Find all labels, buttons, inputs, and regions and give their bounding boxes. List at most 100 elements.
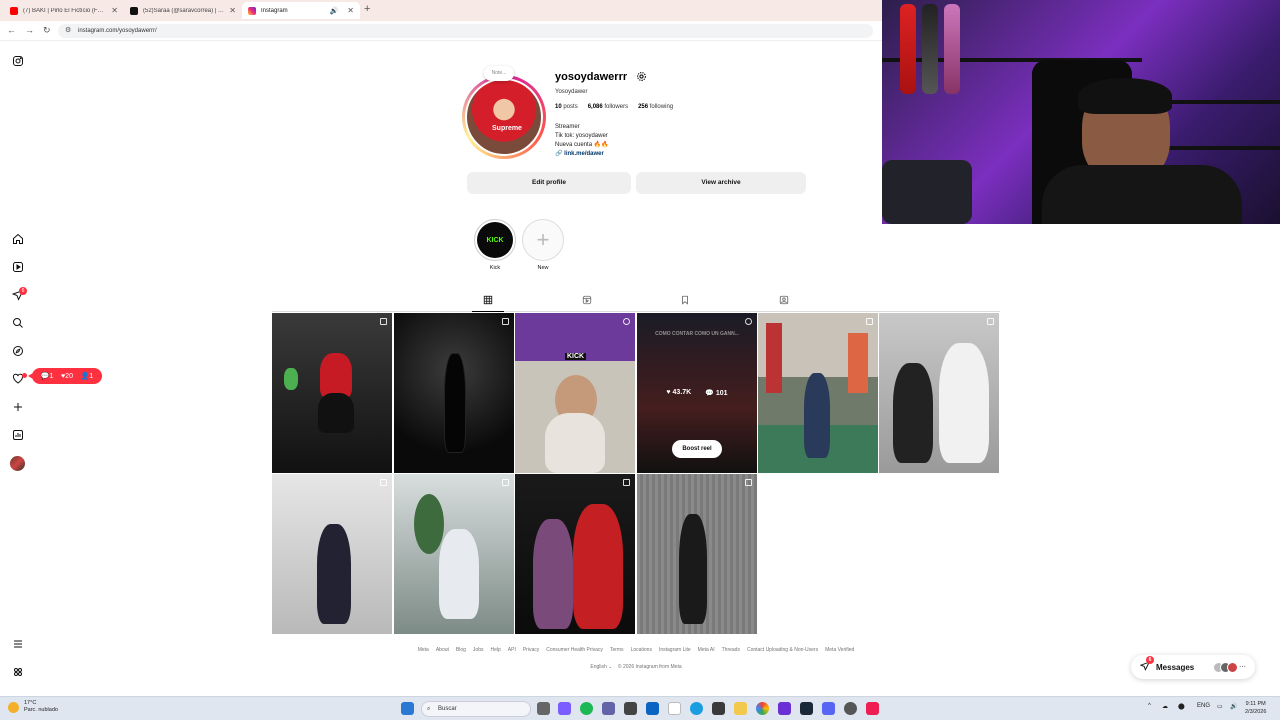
tiktok-icon[interactable]: [866, 702, 879, 715]
tray-icon[interactable]: ⬤: [1178, 703, 1185, 710]
profile-avatar-nav[interactable]: [10, 456, 25, 471]
spotify-icon[interactable]: [580, 702, 593, 715]
start-icon[interactable]: [401, 702, 414, 715]
edit-profile-button[interactable]: Edit profile: [467, 172, 631, 194]
speaker-icon[interactable]: 🔊: [330, 7, 339, 15]
reload-icon[interactable]: ↻: [43, 25, 51, 36]
edge-icon[interactable]: [690, 702, 703, 715]
home-icon[interactable]: [11, 232, 25, 246]
footer-link[interactable]: Meta: [418, 647, 429, 653]
tab-saved[interactable]: [679, 294, 691, 306]
obs-icon[interactable]: [778, 702, 791, 715]
address-bar[interactable]: ⚙ instagram.com/yosoydawerrr/: [58, 24, 873, 38]
instagram-logo-icon[interactable]: [11, 54, 25, 68]
tab-reels[interactable]: [581, 294, 593, 306]
post-thumbnail[interactable]: [515, 474, 635, 634]
post-thumbnail[interactable]: [394, 474, 514, 634]
boost-reel-button[interactable]: Boost reel: [672, 440, 722, 458]
new-tab-button[interactable]: +: [364, 3, 370, 15]
footer-link[interactable]: Locations: [631, 647, 652, 653]
following-stat[interactable]: 256 following: [638, 104, 673, 110]
carousel-icon: [866, 318, 873, 325]
tab-tagged[interactable]: [778, 294, 790, 306]
post-thumbnail[interactable]: [758, 313, 878, 473]
note-bubble[interactable]: Note...: [484, 66, 514, 81]
weather-widget[interactable]: 17°C Parc. nublado: [8, 700, 58, 714]
create-icon[interactable]: [11, 400, 25, 414]
post-thumbnail[interactable]: KICK: [515, 313, 635, 473]
browser-tab-tiktok[interactable]: (52)Saraa (@saravcorrea) | TikTok ✕: [124, 2, 242, 19]
forward-icon[interactable]: →: [25, 25, 34, 35]
bio-link[interactable]: 🔗 link.me/dawer: [555, 150, 609, 159]
post-thumbnail[interactable]: [272, 313, 392, 473]
steam-icon[interactable]: [800, 702, 813, 715]
footer-link[interactable]: Consumer Health Privacy: [546, 647, 603, 653]
discord-icon[interactable]: [822, 702, 835, 715]
post-thumbnail[interactable]: [637, 474, 757, 634]
profile-avatar[interactable]: Supreme: [462, 75, 546, 159]
footer-link[interactable]: Meta AI: [698, 647, 715, 653]
view-archive-button[interactable]: View archive: [636, 172, 806, 194]
search-icon[interactable]: [11, 316, 25, 330]
post-thumbnail-hovered[interactable]: COMO CONTAR COMO UN GANN... ♥ 43.7K 💬 10…: [637, 313, 757, 473]
app-icon[interactable]: [558, 702, 571, 715]
post-figure: [317, 524, 351, 624]
reels-icon[interactable]: [11, 260, 25, 274]
comments-count: 💬 101: [705, 390, 728, 397]
footer-link[interactable]: Meta Verified: [825, 647, 854, 653]
app-icon[interactable]: [712, 702, 725, 715]
tray-icon[interactable]: ☁: [1162, 703, 1168, 710]
file-icon[interactable]: [668, 702, 681, 715]
store-icon[interactable]: [624, 702, 637, 715]
network-icon[interactable]: ▭: [1217, 703, 1223, 710]
close-icon[interactable]: ✕: [347, 6, 354, 15]
clock[interactable]: 9:11 PM 2/3/2026: [1245, 700, 1266, 716]
tray-chevron-icon[interactable]: ^: [1148, 703, 1151, 709]
outlook-icon[interactable]: [646, 702, 659, 715]
messages-button[interactable]: 6 Messages …: [1131, 655, 1255, 679]
teams-icon[interactable]: [602, 702, 615, 715]
notifications-popup[interactable]: 💬1 ♥20 👤1: [28, 368, 102, 384]
back-icon[interactable]: ←: [7, 25, 16, 35]
browser-tab-instagram[interactable]: Instagram 🔊 ✕: [242, 2, 360, 19]
profile-bio: Streamer Tik tok: yosoydawer Nueva cuent…: [555, 123, 609, 159]
close-icon[interactable]: ✕: [229, 6, 236, 15]
footer-link[interactable]: Blog: [456, 647, 466, 653]
settings-gear-icon[interactable]: [636, 71, 647, 82]
skateboard: [922, 4, 938, 94]
highlight-label: Kick: [489, 265, 501, 271]
menu-icon[interactable]: [11, 637, 25, 651]
post-thumbnail[interactable]: [394, 313, 514, 473]
volume-icon[interactable]: 🔊: [1230, 703, 1237, 710]
footer-link[interactable]: Threads: [722, 647, 740, 653]
footer-link[interactable]: About: [436, 647, 449, 653]
post-thumbnail[interactable]: [272, 474, 392, 634]
tab-posts[interactable]: [482, 294, 494, 306]
footer-link[interactable]: Help: [490, 647, 500, 653]
also-from-meta-icon[interactable]: [11, 665, 25, 679]
footer-link[interactable]: API: [508, 647, 516, 653]
highlight-kick[interactable]: KICK: [474, 219, 516, 261]
footer-link[interactable]: Terms: [610, 647, 624, 653]
language-indicator[interactable]: ENG: [1197, 703, 1210, 709]
chrome-icon[interactable]: [756, 702, 769, 715]
language-selector[interactable]: English ⌄: [590, 664, 612, 670]
taskbar-search[interactable]: ⌕ Buscar: [421, 701, 531, 717]
footer-link[interactable]: Privacy: [523, 647, 539, 653]
footer-link[interactable]: Jobs: [473, 647, 484, 653]
browser-tab-youtube[interactable]: (7) BAKI | Pirlo El Fictício (Fuerza... …: [4, 2, 124, 19]
new-highlight-button[interactable]: +: [522, 219, 564, 261]
close-icon[interactable]: ✕: [111, 6, 118, 15]
folder-icon[interactable]: [734, 702, 747, 715]
post-thumbnail[interactable]: [879, 313, 999, 473]
dashboard-icon[interactable]: [11, 428, 25, 442]
footer-link[interactable]: Contact Uploading & Non-Users: [747, 647, 818, 653]
site-info-icon[interactable]: ⚙: [65, 24, 71, 38]
explore-icon[interactable]: [11, 344, 25, 358]
followers-stat[interactable]: 6,086 followers: [588, 104, 628, 110]
task-view-icon[interactable]: [537, 702, 550, 715]
footer-link[interactable]: Instagram Lite: [659, 647, 691, 653]
post-figure: [939, 343, 989, 463]
plus-icon: +: [536, 227, 550, 252]
app-icon[interactable]: [844, 702, 857, 715]
